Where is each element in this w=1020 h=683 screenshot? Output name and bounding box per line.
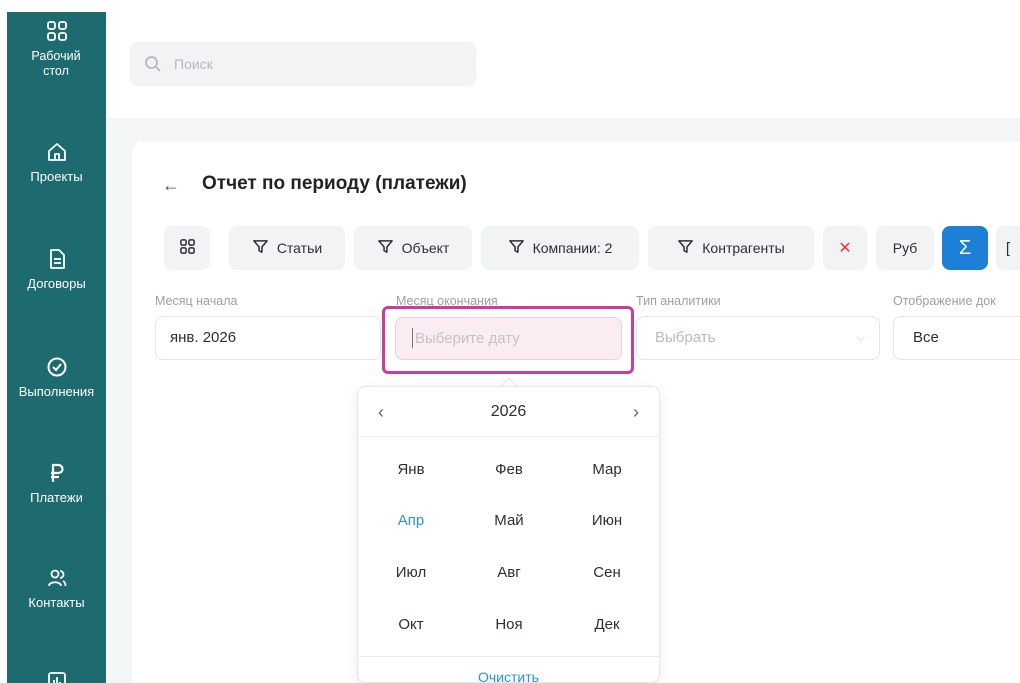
sidebar-item-label: Договоры [27, 276, 86, 291]
next-year-button[interactable]: › [621, 387, 651, 437]
back-button[interactable]: ← [155, 171, 187, 199]
search-input[interactable]: Поиск [174, 42, 454, 86]
sidebar-item-label: Платежи [30, 490, 83, 505]
filter-label: Объект [401, 240, 450, 256]
year-label[interactable]: 2026 [358, 387, 659, 437]
month-cell-current[interactable]: Апр [371, 506, 451, 536]
sidebar-item-payments[interactable]: Платежи [7, 462, 106, 506]
chevron-down-icon: ⌵ [856, 332, 865, 344]
month-cell[interactable]: Окт [371, 610, 451, 640]
filter-companies-button[interactable]: Компании: 2 [481, 226, 639, 270]
ruble-icon [46, 462, 68, 484]
sidebar-item-label: Проекты [30, 169, 83, 184]
month-cell[interactable]: Мар [567, 455, 647, 485]
grid-icon [46, 20, 68, 42]
layout-button[interactable] [164, 226, 210, 270]
previous-year-button[interactable]: ‹ [366, 387, 396, 437]
start-month-label: Месяц начала [155, 294, 238, 308]
sidebar-item-contacts[interactable]: Контакты [7, 567, 106, 611]
filter-icon [508, 238, 525, 258]
filter-icon [377, 238, 394, 258]
month-cell[interactable]: Ноя [469, 610, 549, 640]
analytics-type-value: Выбрать [655, 329, 716, 346]
currency-button[interactable]: Руб [876, 226, 934, 270]
chevron-right-icon: › [633, 402, 639, 422]
more-button[interactable]: [ [996, 226, 1020, 270]
search-icon [144, 55, 162, 73]
start-month-field[interactable]: янв. 2026 [155, 316, 381, 360]
sidebar: Рабочий стол Проекты Договоры Выполнения… [7, 12, 106, 683]
analytics-type-label: Тип аналитики [636, 294, 721, 308]
chart-icon [46, 670, 68, 683]
month-cell[interactable]: Фев [469, 455, 549, 485]
month-cell[interactable]: Янв [371, 455, 451, 485]
filter-articles-button[interactable]: Статьи [229, 226, 345, 270]
filter-label: Компании: 2 [532, 240, 613, 256]
sidebar-item-desktop[interactable]: Рабочий стол [7, 20, 106, 79]
bracket-icon: [ [1005, 239, 1011, 257]
display-label: Отображение док [893, 294, 996, 308]
filter-icon [252, 238, 269, 258]
page-title: Отчет по периоду (платежи) [202, 173, 467, 194]
sidebar-item-label: Рабочий стол [31, 49, 81, 78]
currency-label: Руб [892, 240, 918, 256]
grid-icon [179, 238, 196, 258]
month-cell[interactable]: Июл [371, 558, 451, 588]
display-select[interactable]: Все [893, 316, 1020, 360]
sidebar-item-label: Выполнения [18, 384, 95, 399]
highlight-frame [382, 306, 634, 374]
sidebar-item-reports[interactable] [7, 670, 106, 683]
sidebar-item-executions[interactable]: Выполнения [7, 356, 106, 400]
sigma-icon: Σ [958, 236, 972, 259]
month-cell[interactable]: Июн [567, 506, 647, 536]
analytics-type-select[interactable]: Выбрать ⌵ [636, 316, 880, 360]
chevron-left-icon: ‹ [378, 402, 384, 422]
check-circle-icon [46, 356, 68, 378]
document-icon [46, 248, 68, 270]
close-icon: ✕ [838, 240, 852, 257]
sidebar-item-contracts[interactable]: Договоры [7, 248, 106, 292]
month-picker-header: 2026 ‹ › [358, 387, 659, 437]
month-cell[interactable]: Май [469, 506, 549, 536]
sum-toggle-button[interactable]: Σ [942, 226, 988, 270]
filter-label: Контрагенты [702, 240, 785, 256]
sidebar-item-projects[interactable]: Проекты [7, 141, 106, 185]
clear-filters-button[interactable]: ✕ [823, 226, 867, 270]
home-icon [46, 141, 68, 163]
month-cell[interactable]: Дек [567, 610, 647, 640]
filter-label: Статьи [276, 240, 323, 256]
filter-icon [677, 238, 694, 258]
users-icon [46, 567, 68, 589]
search-box[interactable]: Поиск [130, 42, 476, 86]
month-cell[interactable]: Авг [469, 558, 549, 588]
month-picker-footer: Очистить [358, 656, 659, 683]
filter-object-button[interactable]: Объект [354, 226, 472, 270]
clear-date-button[interactable]: Очистить [478, 669, 539, 683]
sidebar-item-label: Контакты [28, 595, 85, 610]
month-picker: 2026 ‹ › Янв Фев Мар Апр Май Июн Июл Авг… [357, 386, 660, 683]
filter-counterparties-button[interactable]: Контрагенты [648, 226, 814, 270]
arrow-left-icon: ← [162, 175, 180, 195]
month-cell[interactable]: Сен [567, 558, 647, 588]
